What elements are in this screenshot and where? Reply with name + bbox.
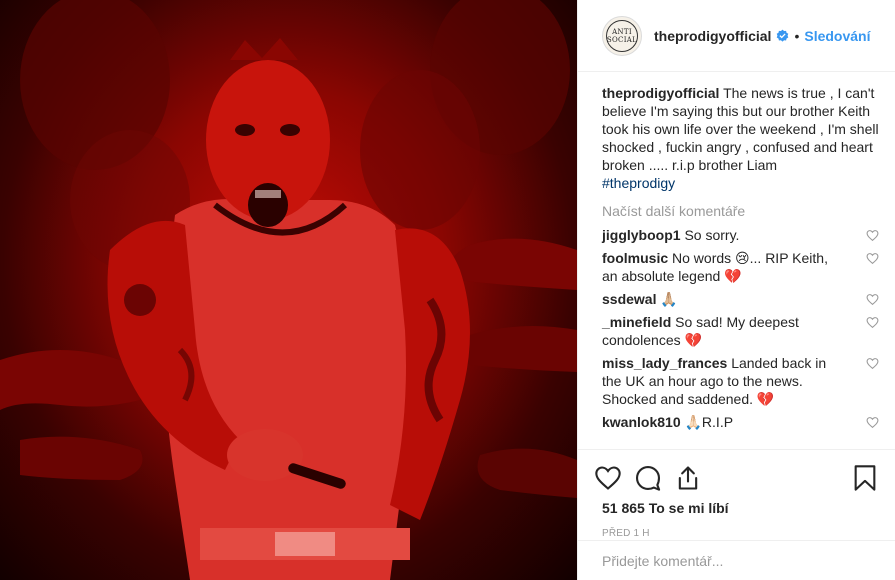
comment-like-heart-icon[interactable]	[866, 229, 879, 242]
post-view: ANTI SOCIAL theprodigyofficial • Sledová…	[0, 0, 895, 580]
post-photo[interactable]	[0, 0, 577, 580]
comment-like-heart-icon[interactable]	[866, 357, 879, 370]
separator-dot: •	[794, 27, 800, 44]
comments-list[interactable]: theprodigyofficial The news is true , I …	[578, 73, 895, 449]
comment-item: ssdewal 🙏🏼	[602, 290, 879, 308]
comment-like-heart-icon[interactable]	[866, 316, 879, 329]
comment-text: 🙏🏻R.I.P	[684, 414, 734, 430]
add-comment-input[interactable]	[602, 552, 871, 569]
likes-count[interactable]: 51 865 To se mi líbí	[594, 500, 879, 516]
heart-icon[interactable]	[594, 464, 622, 492]
comment-username[interactable]: foolmusic	[602, 250, 668, 266]
caption-username[interactable]: theprodigyofficial	[602, 85, 719, 101]
comment-username[interactable]: _minefield	[602, 314, 671, 330]
comment-like-heart-icon[interactable]	[866, 293, 879, 306]
add-comment-box	[578, 540, 895, 580]
post-header: ANTI SOCIAL theprodigyofficial • Sledová…	[578, 0, 895, 72]
post-sidebar: ANTI SOCIAL theprodigyofficial • Sledová…	[577, 0, 895, 580]
caption-hashtag[interactable]: #theprodigy	[602, 175, 675, 191]
comment-text: So sorry.	[684, 227, 740, 243]
comment-like-heart-icon[interactable]	[866, 252, 879, 265]
action-icons	[594, 458, 879, 498]
header-username[interactable]: theprodigyofficial	[654, 28, 771, 44]
avatar-logo-text-top: ANTI	[612, 27, 632, 36]
avatar-logo-text-bottom: SOCIAL	[606, 35, 638, 44]
comment-username[interactable]: miss_lady_frances	[602, 355, 727, 371]
comment-item: _minefield So sad! My deepest condolence…	[602, 313, 879, 349]
verified-badge-icon	[777, 29, 789, 42]
avatar[interactable]: ANTI SOCIAL	[602, 15, 642, 56]
comment-text: 🙏🏼	[660, 291, 678, 307]
photo-illustration	[0, 0, 577, 580]
avatar-logo: ANTI SOCIAL	[606, 19, 638, 52]
caption: theprodigyofficial The news is true , I …	[602, 84, 879, 192]
share-icon[interactable]	[674, 464, 702, 492]
comment-item: jigglyboop1 So sorry.	[602, 226, 879, 244]
load-more-comments-button[interactable]: Načíst další komentáře	[602, 202, 879, 220]
bookmark-icon[interactable]	[851, 464, 879, 492]
comment-like-heart-icon[interactable]	[866, 416, 879, 429]
comment-icon[interactable]	[634, 464, 662, 492]
comment-username[interactable]: ssdewal	[602, 291, 656, 307]
follow-button[interactable]: Sledování	[804, 28, 870, 44]
comment-item: foolmusic No words 😢... RIP Keith, an ab…	[602, 249, 879, 285]
comment-username[interactable]: kwanlok810	[602, 414, 681, 430]
post-timestamp[interactable]: PŘED 1 H	[594, 528, 879, 539]
comment-item: miss_lady_frances Landed back in the UK …	[602, 354, 879, 408]
comment-username[interactable]: jigglyboop1	[602, 227, 681, 243]
comment-item: kwanlok810 🙏🏻R.I.P	[602, 413, 879, 431]
